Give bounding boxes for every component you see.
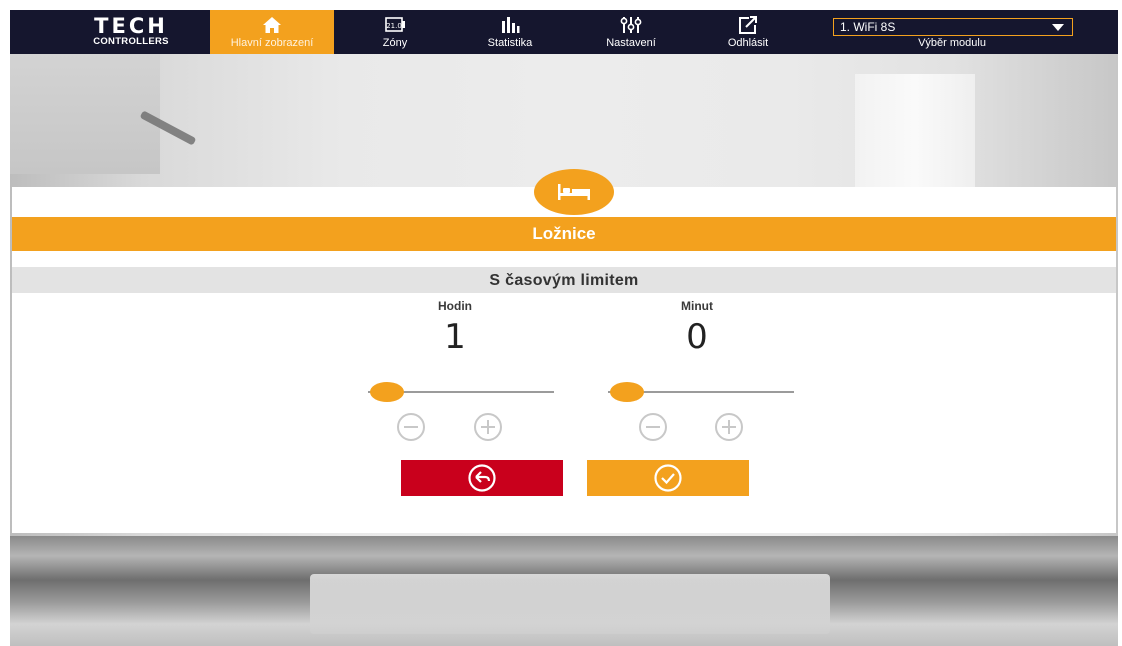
minutes-slider[interactable] — [608, 382, 794, 402]
zone-type-badge — [534, 169, 614, 215]
minutes-slider-thumb[interactable] — [609, 382, 644, 402]
hours-decrement-button[interactable] — [396, 412, 426, 442]
svg-text:21.0: 21.0 — [386, 22, 402, 30]
brand-subtitle: CONTROLLERS — [93, 36, 169, 47]
bar-chart-icon — [502, 17, 520, 33]
module-selected-value: 1. WiFi 8S — [840, 20, 896, 34]
brand-logo[interactable]: TECH CONTROLLERS — [78, 16, 184, 50]
hours-column: Hodin 1 — [360, 293, 550, 357]
mode-title: S časovým limitem — [12, 267, 1116, 293]
minutes-label: Minut — [681, 299, 713, 313]
top-navbar: TECH CONTROLLERS Hlavní zobrazení 21.0 Z… — [10, 10, 1118, 54]
nav-logout[interactable]: Odhlásit — [710, 10, 786, 54]
minutes-increment-button[interactable] — [714, 412, 744, 442]
nav-settings[interactable]: Nastavení — [586, 10, 676, 54]
nav-home-label: Hlavní zobrazení — [230, 37, 314, 49]
home-icon — [263, 17, 281, 33]
module-select[interactable]: 1. WiFi 8S — [833, 18, 1073, 36]
module-select-caption: Výběr modulu — [918, 37, 986, 49]
app-frame: TECH CONTROLLERS Hlavní zobrazení 21.0 Z… — [10, 10, 1118, 646]
hours-slider-thumb[interactable] — [369, 382, 404, 402]
back-button[interactable] — [401, 460, 563, 496]
chevron-down-icon — [1052, 24, 1064, 31]
minutes-decrement-button[interactable] — [638, 412, 668, 442]
nav-home[interactable]: Hlavní zobrazení — [210, 10, 334, 54]
hours-label: Hodin — [438, 299, 472, 313]
time-limit-dialog: Ložnice S časovým limitem Hodin 1 Minut … — [12, 169, 1116, 533]
zone-thermometer-icon: 21.0 — [385, 17, 405, 32]
logout-icon — [739, 16, 757, 34]
zone-title: Ložnice — [12, 217, 1116, 251]
back-arrow-icon — [468, 464, 496, 492]
nav-zones-label: Zóny — [382, 37, 408, 49]
hours-slider[interactable] — [368, 382, 554, 402]
check-icon — [654, 464, 682, 492]
nav-zones[interactable]: 21.0 Zóny — [360, 10, 430, 54]
hours-increment-button[interactable] — [473, 412, 503, 442]
bed-icon — [558, 184, 590, 200]
minutes-value: 0 — [686, 317, 708, 357]
nav-settings-label: Nastavení — [606, 37, 656, 49]
nav-statistics-label: Statistika — [487, 37, 533, 49]
nav-statistics[interactable]: Statistika — [470, 10, 550, 54]
nav-logout-label: Odhlásit — [727, 37, 769, 49]
minutes-column: Minut 0 — [602, 293, 792, 357]
confirm-button[interactable] — [587, 460, 749, 496]
brand-name: TECH — [94, 14, 168, 38]
hours-value: 1 — [444, 317, 466, 357]
sliders-icon — [620, 17, 642, 33]
